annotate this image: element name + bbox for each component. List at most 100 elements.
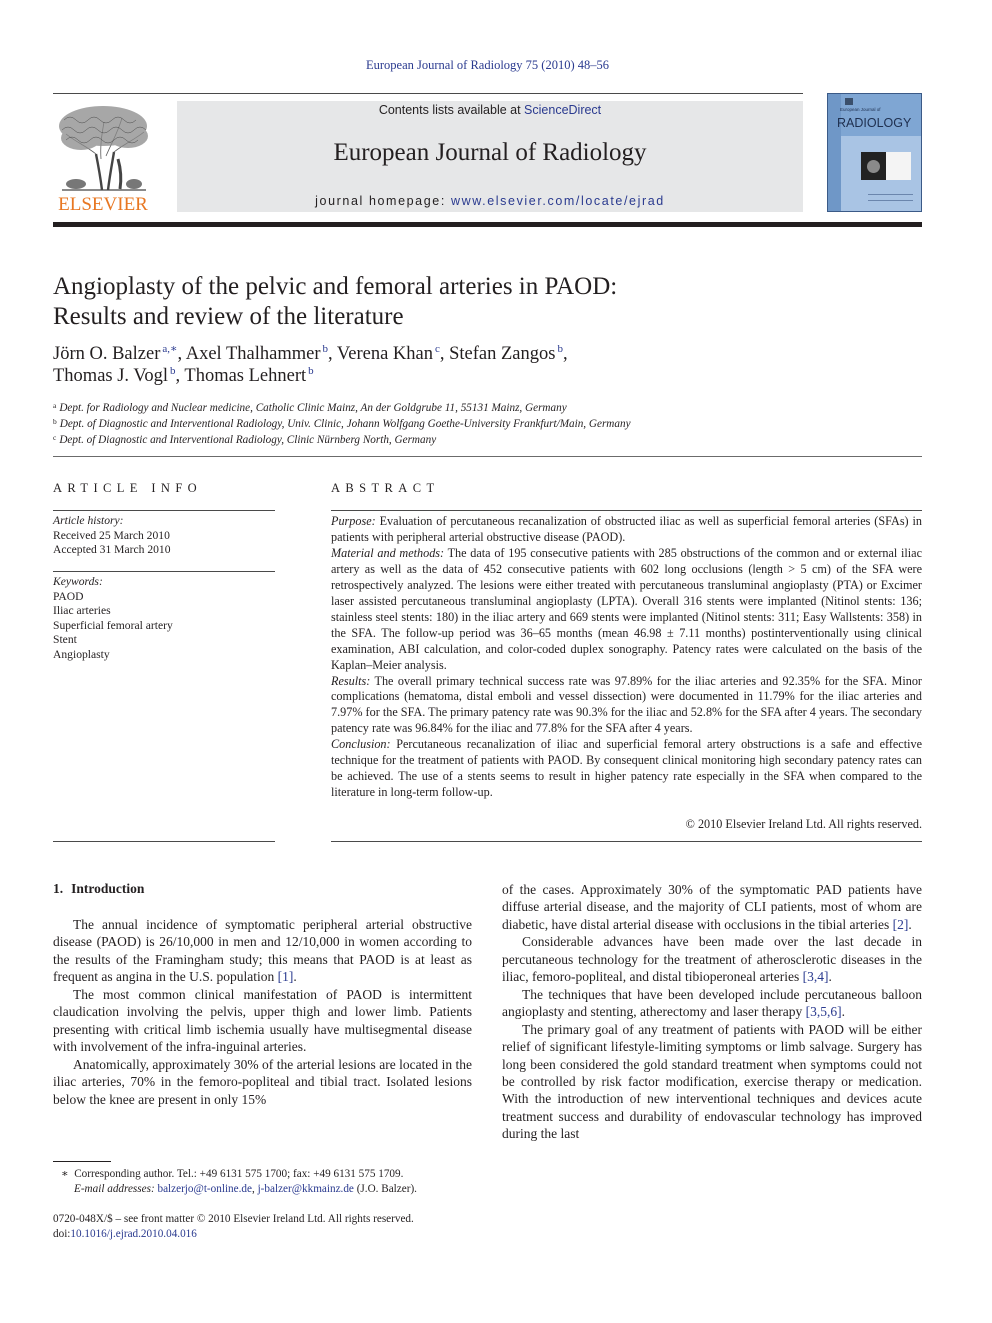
contents-line: Contents lists available at ScienceDirec… <box>177 103 803 117</box>
body-paragraph: Anatomically, approximately 30% of the a… <box>53 1056 472 1108</box>
affiliation-item: c Dept. of Diagnostic and Interventional … <box>53 431 923 447</box>
author-name[interactable]: Jörn O. Balzer <box>53 344 160 364</box>
author-separator: , <box>562 344 568 364</box>
affiliation-text: Dept. for Radiology and Nuclear medicine… <box>59 402 567 414</box>
body-column-right: of the cases. Approximately 30% of the s… <box>502 881 922 1143</box>
section-heading-introduction: 1. Introduction <box>53 881 144 897</box>
email-link[interactable]: j-balzer@kkmainz.de <box>258 1183 354 1195</box>
keyword-item: Iliac arteries <box>53 604 111 618</box>
homepage-line: journal homepage: www.elsevier.com/locat… <box>177 194 803 208</box>
affiliation-marker[interactable]: b <box>308 365 314 377</box>
journal-cover-thumbnail[interactable]: European Journal of RADIOLOGY <box>827 93 922 212</box>
article-info-rule <box>53 571 275 572</box>
front-matter-text: 0720-048X/$ – see front matter © 2010 El… <box>53 1213 414 1225</box>
journal-title: European Journal of Radiology <box>333 139 647 166</box>
elsevier-logo[interactable]: ELSEVIER <box>53 104 153 215</box>
body-paragraph: The primary goal of any treatment of pat… <box>502 1021 922 1143</box>
article-info-rule <box>53 510 275 511</box>
cover-logo-icon <box>845 98 853 105</box>
author-separator: , <box>328 344 337 364</box>
title-line-2: Results and review of the literature <box>53 303 404 330</box>
keywords-list: Keywords: PAOD Iliac arteries Superficia… <box>53 575 275 663</box>
affiliation-item: a Dept. for Radiology and Nuclear medicin… <box>53 399 923 415</box>
paragraph-text: The annual incidence of symptomatic peri… <box>53 917 472 985</box>
paragraph-text: The techniques that have been developed … <box>502 986 922 1020</box>
abstract-body: Purpose: Evaluation of percutaneous reca… <box>331 514 922 801</box>
journal-citation-link[interactable]: European Journal of Radiology 75 (2010) … <box>0 58 975 73</box>
keyword-item: PAOD <box>53 589 84 603</box>
abstract-results: Results: The overall primary technical s… <box>331 674 922 738</box>
cover-line <box>868 194 913 195</box>
keyword-item: Angioplasty <box>53 647 110 661</box>
abstract-heading: ABSTRACT <box>331 481 440 495</box>
cover-small-title: European Journal of <box>840 107 881 112</box>
accepted-date: Accepted 31 March 2010 <box>53 543 171 557</box>
paragraph-text: of the cases. Approximately 30% of the s… <box>502 882 922 932</box>
author-name[interactable]: Thomas J. Vogl <box>53 366 168 386</box>
abstract-section-text: The data of 195 consecutive patients wit… <box>331 545 922 672</box>
received-date: Received 25 March 2010 <box>53 528 170 542</box>
sciencedirect-link[interactable]: ScienceDirect <box>524 103 601 117</box>
paragraph-text: Anatomically, approximately 30% of the a… <box>53 1056 472 1107</box>
keywords-label: Keywords: <box>53 575 103 588</box>
cover-line <box>868 200 913 201</box>
abstract-section-text: Evaluation of percutaneous recanalizatio… <box>331 514 922 544</box>
author-name[interactable]: Stefan Zangos <box>449 344 555 364</box>
section-number: 1. <box>53 881 64 896</box>
abstract-methods: Material and methods: The data of 195 co… <box>331 546 922 674</box>
keyword-item: Stent <box>53 633 77 647</box>
abstract-rule <box>331 510 922 511</box>
affiliation-mark: c <box>53 433 57 442</box>
email-label: E-mail addresses: <box>74 1182 155 1195</box>
cover-big-title: RADIOLOGY <box>837 116 912 130</box>
article-history: Article history: Received 25 March 2010 … <box>53 514 275 558</box>
masthead-top-rule <box>53 93 803 94</box>
author-line-1: Jörn O. Balzer a,∗, Axel Thalhammer b, Ver… <box>53 343 923 365</box>
masthead-bottom-rule <box>53 222 922 227</box>
citation-ref-link[interactable]: [1] <box>278 969 294 984</box>
corresponding-text: Corresponding author. Tel.: +49 6131 575… <box>74 1168 404 1180</box>
affiliation-text: Dept. of Diagnostic and Interventional R… <box>59 434 437 446</box>
body-paragraph: Considerable advances have been made ove… <box>502 933 922 985</box>
paragraph-punct: . <box>841 1004 846 1020</box>
body-column-left: The annual incidence of symptomatic peri… <box>53 916 472 1108</box>
abstract-purpose: Purpose: Evaluation of percutaneous reca… <box>331 514 922 546</box>
corresponding-author-note: ∗ Corresponding author. Tel.: +49 6131 5… <box>53 1167 483 1182</box>
abstract-section-label: Material and methods: <box>331 545 445 560</box>
email-link[interactable]: balzerjo@t-online.de <box>157 1183 251 1195</box>
paragraph-text: The most common clinical manifestation o… <box>53 986 472 1055</box>
affiliation-mark: b <box>53 417 57 426</box>
affiliation-item: b Dept. of Diagnostic and Interventional … <box>53 415 923 431</box>
article-info-rule <box>53 841 275 842</box>
contents-prefix: Contents lists available at <box>378 103 525 117</box>
email-note: E-mail addresses: balzerjo@t-online.de, … <box>53 1182 483 1197</box>
title-line-1: Angioplasty of the pelvic and femoral ar… <box>53 273 618 300</box>
doi-link[interactable]: 10.1016/j.ejrad.2010.04.016 <box>70 1228 196 1240</box>
author-name[interactable]: Axel Thalhammer <box>186 344 321 364</box>
affiliation-marker[interactable]: a,∗ <box>162 343 177 355</box>
author-name[interactable]: Thomas Lehnert <box>184 366 306 386</box>
elsevier-tree-icon <box>59 106 148 191</box>
body-paragraph: The most common clinical manifestation o… <box>53 986 472 1056</box>
citation-ref-link[interactable]: [3,5,6] <box>806 1004 842 1019</box>
abstract-conclusion: Conclusion: Percutaneous recanalization … <box>331 737 922 801</box>
abstract-section-label: Results: <box>331 673 371 688</box>
journal-homepage-link[interactable]: www.elsevier.com/locate/ejrad <box>451 194 665 208</box>
doi-label: doi: <box>53 1227 71 1240</box>
body-paragraph: The annual incidence of symptomatic peri… <box>53 916 472 986</box>
article-info-heading: ARTICLE INFO <box>53 481 203 495</box>
paragraph-punct: . <box>908 916 912 932</box>
author-name[interactable]: Verena Khan <box>337 344 433 364</box>
citation-ref-link[interactable]: [3,4] <box>803 969 829 984</box>
affiliations: a Dept. for Radiology and Nuclear medicin… <box>53 399 923 447</box>
footnote-rule <box>53 1161 111 1162</box>
elsevier-wordmark: ELSEVIER <box>58 194 148 215</box>
section-title: Introduction <box>71 881 145 896</box>
author-separator: , <box>439 344 450 364</box>
journal-banner: Contents lists available at ScienceDirec… <box>177 101 803 212</box>
affiliation-text: Dept. of Diagnostic and Interventional R… <box>59 418 631 430</box>
abstract-section-text: Percutaneous recanalization of iliac and… <box>331 737 922 800</box>
abstract-rule <box>331 841 922 842</box>
abstract-section-label: Purpose: <box>331 514 376 528</box>
citation-ref-link[interactable]: [2] <box>893 917 909 932</box>
